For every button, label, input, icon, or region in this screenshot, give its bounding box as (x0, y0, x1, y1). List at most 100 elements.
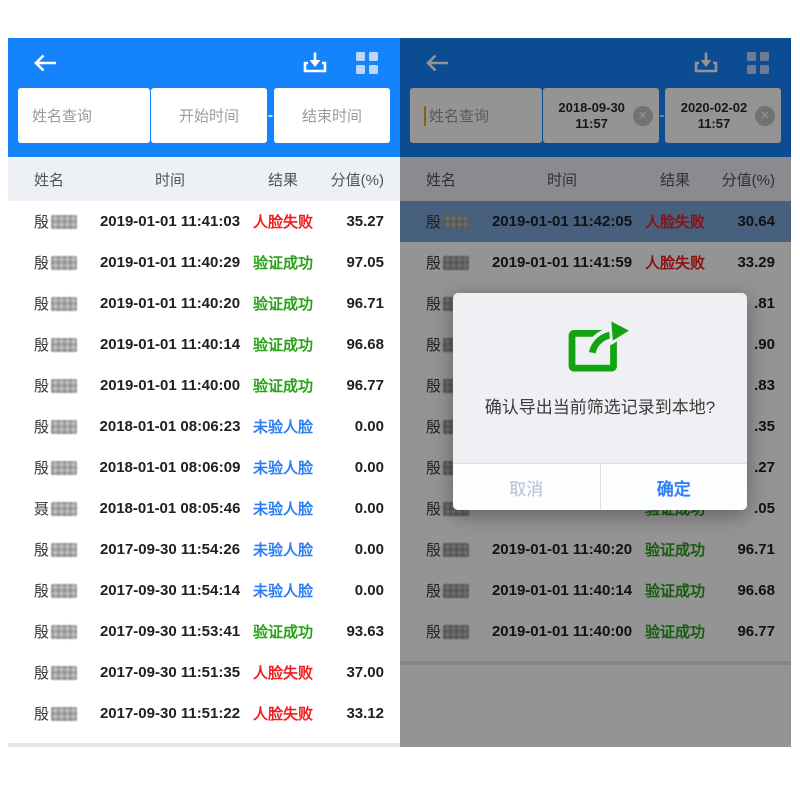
person-name-cell: 殷 (8, 334, 98, 355)
person-name: 殷 (34, 662, 49, 683)
record-result: 验证成功 (242, 252, 324, 273)
redacted-name-blur (51, 543, 77, 557)
redacted-name-blur (51, 379, 77, 393)
person-name: 殷 (34, 580, 49, 601)
export-icon (568, 317, 632, 373)
record-time: 2019-01-01 11:41:03 (98, 213, 242, 230)
record-result: 未验人脸 (242, 416, 324, 437)
dialog-button-row: 取消 确定 (453, 463, 747, 510)
table-row[interactable]: 殷 2017-09-30 11:54:14 未验人脸 0.00 (8, 570, 400, 611)
person-name: 殷 (34, 334, 49, 355)
table-row[interactable]: 殷 2018-01-01 08:06:09 未验人脸 0.00 (8, 447, 400, 488)
record-time: 2018-01-01 08:05:46 (98, 500, 242, 517)
table-row[interactable]: 殷 2017-09-30 11:51:35 人脸失败 37.00 (8, 652, 400, 693)
start-time-input[interactable]: 开始时间 (151, 88, 267, 143)
redacted-name-blur (51, 625, 77, 639)
dialog-message: 确认导出当前筛选记录到本地? (485, 393, 715, 418)
record-time: 2018-01-01 08:06:23 (98, 418, 242, 435)
header-time: 时间 (98, 169, 242, 190)
table-row[interactable]: 殷 2019-01-01 11:40:00 验证成功 96.77 (8, 365, 400, 406)
person-name-cell: 殷 (8, 621, 98, 642)
person-name: 聂 (34, 498, 49, 519)
grid-icon (356, 52, 378, 74)
record-score: 37.00 (324, 664, 400, 681)
record-time: 2017-09-30 11:51:35 (98, 664, 242, 681)
record-time: 2017-09-30 11:54:14 (98, 582, 242, 599)
confirm-button[interactable]: 确定 (600, 464, 748, 510)
header-score: 分值(%) (324, 169, 400, 190)
record-result: 未验人脸 (242, 498, 324, 519)
table-row[interactable]: 聂 2018-01-01 08:05:46 未验人脸 0.00 (8, 488, 400, 529)
table-row[interactable]: 殷 2017-09-30 11:51:22 人脸失败 33.12 (8, 693, 400, 734)
redacted-name-blur (51, 256, 77, 270)
person-name: 殷 (34, 621, 49, 642)
record-time: 2019-01-01 11:40:00 (98, 377, 242, 394)
redacted-name-blur (51, 338, 77, 352)
person-name-cell: 殷 (8, 580, 98, 601)
left-list-footer (8, 734, 400, 747)
left-table-header: 姓名 时间 结果 分值(%) (8, 157, 400, 201)
date-range-separator: - (268, 107, 273, 124)
person-name: 殷 (34, 252, 49, 273)
record-score: 0.00 (324, 459, 400, 476)
header-result: 结果 (242, 169, 324, 190)
record-score: 96.68 (324, 336, 400, 353)
record-result: 验证成功 (242, 621, 324, 642)
record-result: 未验人脸 (242, 539, 324, 560)
redacted-name-blur (51, 666, 77, 680)
record-result: 人脸失败 (242, 662, 324, 683)
person-name-cell: 殷 (8, 416, 98, 437)
grid-view-button[interactable] (356, 52, 378, 74)
record-result: 人脸失败 (242, 211, 324, 232)
table-row[interactable]: 殷 2019-01-01 11:40:29 验证成功 97.05 (8, 242, 400, 283)
record-score: 97.05 (324, 254, 400, 271)
cancel-button[interactable]: 取消 (453, 464, 600, 510)
person-name-cell: 殷 (8, 703, 98, 724)
redacted-name-blur (51, 707, 77, 721)
record-score: 93.63 (324, 623, 400, 640)
record-score: 96.71 (324, 295, 400, 312)
person-name-cell: 殷 (8, 375, 98, 396)
person-name: 殷 (34, 457, 49, 478)
redacted-name-blur (51, 420, 77, 434)
record-result: 未验人脸 (242, 457, 324, 478)
person-name-cell: 殷 (8, 211, 98, 232)
record-score: 35.27 (324, 213, 400, 230)
table-row[interactable]: 殷 2017-09-30 11:53:41 验证成功 93.63 (8, 611, 400, 652)
record-result: 验证成功 (242, 334, 324, 355)
end-time-placeholder: 结束时间 (302, 105, 362, 126)
person-name: 殷 (34, 539, 49, 560)
name-search-input[interactable]: 姓名查询 (18, 88, 150, 143)
record-score: 0.00 (324, 541, 400, 558)
record-score: 0.00 (324, 418, 400, 435)
record-time: 2017-09-30 11:51:22 (98, 705, 242, 722)
record-time: 2017-09-30 11:54:26 (98, 541, 242, 558)
table-row[interactable]: 殷 2017-09-30 11:54:26 未验人脸 0.00 (8, 529, 400, 570)
back-button[interactable] (30, 51, 60, 75)
record-time: 2019-01-01 11:40:14 (98, 336, 242, 353)
table-row[interactable]: 殷 2019-01-01 11:40:20 验证成功 96.71 (8, 283, 400, 324)
left-record-list: 殷 2019-01-01 11:41:03 人脸失败 35.27 殷 2019-… (8, 201, 400, 734)
redacted-name-blur (51, 461, 77, 475)
header-name: 姓名 (8, 169, 98, 190)
record-score: 0.00 (324, 500, 400, 517)
download-icon (302, 50, 328, 76)
record-result: 未验人脸 (242, 580, 324, 601)
table-row[interactable]: 殷 2018-01-01 08:06:23 未验人脸 0.00 (8, 406, 400, 447)
person-name: 殷 (34, 293, 49, 314)
record-result: 人脸失败 (242, 703, 324, 724)
left-filter-bar: 姓名查询 开始时间 - 结束时间 (8, 88, 400, 143)
export-download-button[interactable] (302, 50, 328, 76)
person-name: 殷 (34, 703, 49, 724)
person-name: 殷 (34, 211, 49, 232)
person-name-cell: 殷 (8, 539, 98, 560)
end-time-input[interactable]: 结束时间 (274, 88, 390, 143)
table-row[interactable]: 殷 2019-01-01 11:40:14 验证成功 96.68 (8, 324, 400, 365)
start-time-placeholder: 开始时间 (179, 105, 239, 126)
record-result: 验证成功 (242, 375, 324, 396)
redacted-name-blur (51, 297, 77, 311)
person-name: 殷 (34, 375, 49, 396)
person-name-cell: 殷 (8, 252, 98, 273)
record-time: 2017-09-30 11:53:41 (98, 623, 242, 640)
table-row[interactable]: 殷 2019-01-01 11:41:03 人脸失败 35.27 (8, 201, 400, 242)
